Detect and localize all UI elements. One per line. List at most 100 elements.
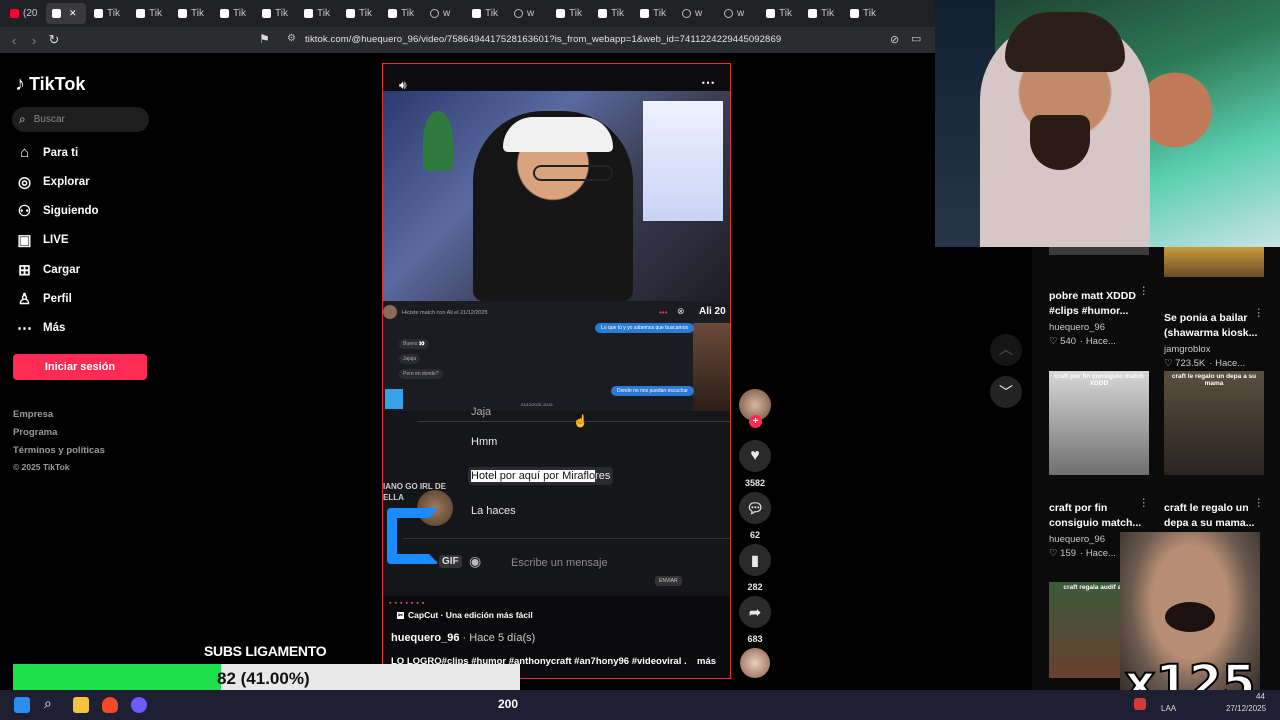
browser-address-bar: ‹ › ↻ ⚑ ⚙ tiktok.com/@huequero_96/video/… [0,27,935,53]
video-thumbnail[interactable]: craft le regalo un depa a su mama [1164,371,1264,475]
follow-plus-icon[interactable]: + [749,415,762,428]
browser-tab[interactable]: Tik [340,3,380,24]
nav-item-cargar[interactable]: ⊞ Cargar [16,261,80,279]
reload-icon[interactable]: ↻ [44,32,64,48]
browser-tab[interactable]: Tik [214,3,254,24]
send-button: ENVIAR [655,576,682,586]
tiktok-logo[interactable]: ♪ TikTok [15,73,85,96]
related-author[interactable]: huequero_96 [1049,322,1159,333]
browser-tab[interactable]: w [718,3,758,24]
browser-tab[interactable]: Tik [592,3,632,24]
post-time: · Hace 5 día(s) [462,632,536,644]
chat-small-bubble: Bueno 👀 [399,339,430,349]
card-menu-icon[interactable]: ⋮ [1254,307,1265,319]
tiktok-icon [262,9,271,18]
nav-item-explorar[interactable]: ◎ Explorar [16,173,90,191]
tab-label: w [737,8,745,19]
comment-action[interactable]: 💬︎ 62 [735,492,775,540]
brave-icon[interactable] [102,697,118,713]
save-action[interactable]: ▮ 282 [735,544,775,592]
spotify-icon: ◉ [469,553,482,569]
browser-tab[interactable]: Tik [844,3,884,24]
video-more-icon[interactable]: ⋯ [701,74,715,91]
browser-tab[interactable]: Tik [88,3,128,24]
video-thumbnail[interactable] [1049,247,1149,255]
video-player[interactable]: 🔊︎ ⋯ Hiciste match con Ali el 21/12/2025… [382,63,731,679]
author-name[interactable]: huequero_96 [391,632,459,644]
outlook-icon[interactable] [14,697,30,713]
view-count: 540 [1060,336,1077,347]
card-menu-icon[interactable]: ⋮ [1254,497,1265,509]
bookmark-icon[interactable]: ⚑ [259,32,270,46]
search-input[interactable]: ⌕ Buscar [12,107,149,132]
browser-tab[interactable]: w [676,3,716,24]
tiktok-icon [808,9,817,18]
footer-link[interactable]: Empresa [13,409,53,420]
close-tab-icon[interactable]: ✕ [69,8,77,19]
browser-tab[interactable]: Tik [298,3,338,24]
music-disc-avatar[interactable] [740,648,770,678]
tiktok-icon [766,9,775,18]
browser-tab[interactable]: w [508,3,548,24]
language-indicator[interactable]: LAA [1161,704,1176,713]
card-menu-icon[interactable]: ⋮ [1139,285,1150,297]
browser-tab[interactable]: Tik [760,3,800,24]
footer-link[interactable]: Términos y políticas [13,445,105,456]
browser-tab[interactable]: Tik [256,3,296,24]
forward-icon[interactable]: › [24,33,44,48]
next-video-button[interactable]: ﹀ [990,376,1022,408]
card-menu-icon[interactable]: ⋮ [1139,497,1150,509]
back-icon[interactable]: ‹ [4,33,24,48]
browser-tab[interactable]: Tik [466,3,506,24]
related-video-card[interactable]: Se ponia a bailar (shawarma kiosk... ⋮ jam… [1164,247,1274,369]
cast-icon[interactable]: ▭ [911,32,921,45]
related-video-card[interactable]: craft le regalo un depa a su mama craft l… [1164,371,1274,531]
browser-tab[interactable]: w [424,3,464,24]
no-track-icon[interactable]: ⊘ [890,33,899,46]
capcut-link[interactable]: ✂ CapCut · Una edición más fácil [397,610,533,620]
copyright-text: © 2025 TikTok [13,462,70,472]
search-icon[interactable]: ⌕ [44,695,52,712]
discord-icon[interactable] [131,697,147,713]
more-link[interactable]: más [697,656,716,667]
nav-item-para-ti[interactable]: ⌂ Para ti [16,144,78,161]
nav-item-perfil[interactable]: ♙ Perfil [16,291,72,308]
related-author[interactable]: jamgroblox [1164,344,1274,355]
bookmark-icon[interactable]: ▮ [739,544,771,576]
tiktok-icon [304,9,313,18]
related-video-card[interactable]: pobre matt XDDD #clips #humor... ⋮ huequer… [1049,247,1159,347]
browser-tab[interactable]: Tik [172,3,212,24]
browser-tab[interactable]: Tik [634,3,674,24]
share-action[interactable]: ➦ 683 [735,596,775,644]
browser-tab[interactable]: Tik [802,3,842,24]
tray-icon[interactable] [1134,698,1146,710]
browser-tab[interactable]: Tik [382,3,422,24]
folder-icon[interactable] [73,697,89,713]
like-action[interactable]: ♥ 3582 [735,440,775,488]
nav-item-live[interactable]: ▣ LIVE [16,232,68,250]
video-thumbnail[interactable] [1164,247,1264,277]
browser-tab[interactable]: Tik [130,3,170,24]
video-thumbnail[interactable]: craft por fin consiguio match XDDD [1049,371,1149,475]
nav-item-siguiendo[interactable]: ⚇ Siguiendo [16,203,99,220]
browser-tab[interactable]: (20 [4,3,44,24]
heart-icon[interactable]: ♥ [739,440,771,472]
tiktok-icon [850,9,859,18]
browser-tab[interactable]: Tik [550,3,590,24]
clock-time[interactable]: 44 [1256,692,1265,701]
live-icon: ▣ [17,232,32,250]
footer-link[interactable]: Programa [13,427,57,438]
nav-item-más[interactable]: ⋯ Más [16,320,65,337]
emoji-row: ▪▪▪▪▪▪▪ [389,600,428,607]
login-button[interactable]: Iniciar sesión [13,354,147,380]
previous-video-button[interactable]: ︿ [990,334,1022,366]
url-field[interactable]: tiktok.com/@huequero_96/video/7586494417… [305,34,781,45]
site-info-icon[interactable]: ⚙ [287,33,296,44]
chat-small-bubble: Lo que tú y yo sabemos que buscamos [595,323,694,333]
share-icon[interactable]: ➦ [739,596,771,628]
browser-tab[interactable]: ✕ [46,3,86,24]
related-video-card[interactable]: craft por fin consiguio match XDDD craft … [1049,371,1159,559]
clock-date[interactable]: 27/12/2025 [1226,704,1266,713]
comment-icon[interactable]: 💬︎ [739,492,771,524]
like-count: 3582 [744,478,766,488]
